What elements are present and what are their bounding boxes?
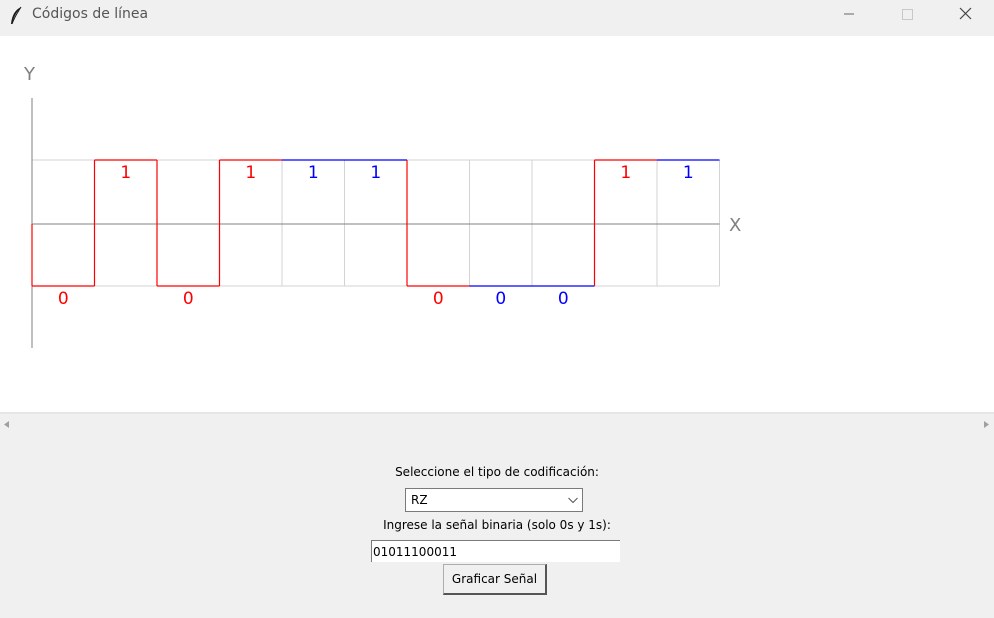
maximize-button[interactable]	[884, 0, 930, 30]
bit-label: 0	[433, 289, 444, 309]
binary-signal-label: Ingrese la señal binaria (solo 0s y 1s):	[383, 518, 611, 532]
close-icon	[959, 7, 972, 20]
coding-type-select[interactable]: RZ	[405, 488, 583, 512]
bit-label: 1	[308, 163, 319, 183]
bit-label: 1	[245, 163, 256, 183]
bit-label: 0	[558, 289, 569, 309]
minimize-icon	[844, 13, 854, 15]
scroll-thumb[interactable]	[16, 417, 978, 432]
close-button[interactable]	[942, 0, 988, 30]
plot-signal-button[interactable]: Graficar Señal	[443, 564, 547, 595]
signal-canvas: Y X 0 1 0 1 1 1 0 0 0 1 1	[0, 36, 994, 412]
coding-type-value: RZ	[411, 493, 428, 507]
bit-label: 1	[620, 163, 631, 183]
scroll-left-arrow-icon[interactable]	[0, 414, 16, 435]
chevron-down-icon[interactable]	[568, 497, 578, 504]
scroll-right-arrow-icon[interactable]	[978, 414, 994, 435]
minimize-button[interactable]	[826, 0, 872, 30]
bit-label: 1	[683, 163, 694, 183]
y-axis-label: Y	[23, 64, 36, 85]
signal-plot: Y X 0 1 0 1 1 1 0 0 0 1 1	[23, 64, 741, 348]
x-axis-label: X	[729, 215, 741, 236]
maximize-icon	[902, 9, 913, 20]
horizontal-scrollbar[interactable]	[0, 414, 994, 435]
binary-signal-input[interactable]	[371, 540, 620, 562]
bit-label: 0	[58, 289, 69, 309]
title-bar: Códigos de línea	[0, 0, 994, 36]
bit-label: 0	[495, 289, 506, 309]
bit-label: 0	[183, 289, 194, 309]
window-title: Códigos de línea	[32, 6, 149, 22]
bit-label: 1	[370, 163, 381, 183]
coding-type-label: Seleccione el tipo de codificación:	[395, 465, 599, 479]
feather-icon	[11, 6, 22, 25]
bit-label: 1	[120, 163, 131, 183]
